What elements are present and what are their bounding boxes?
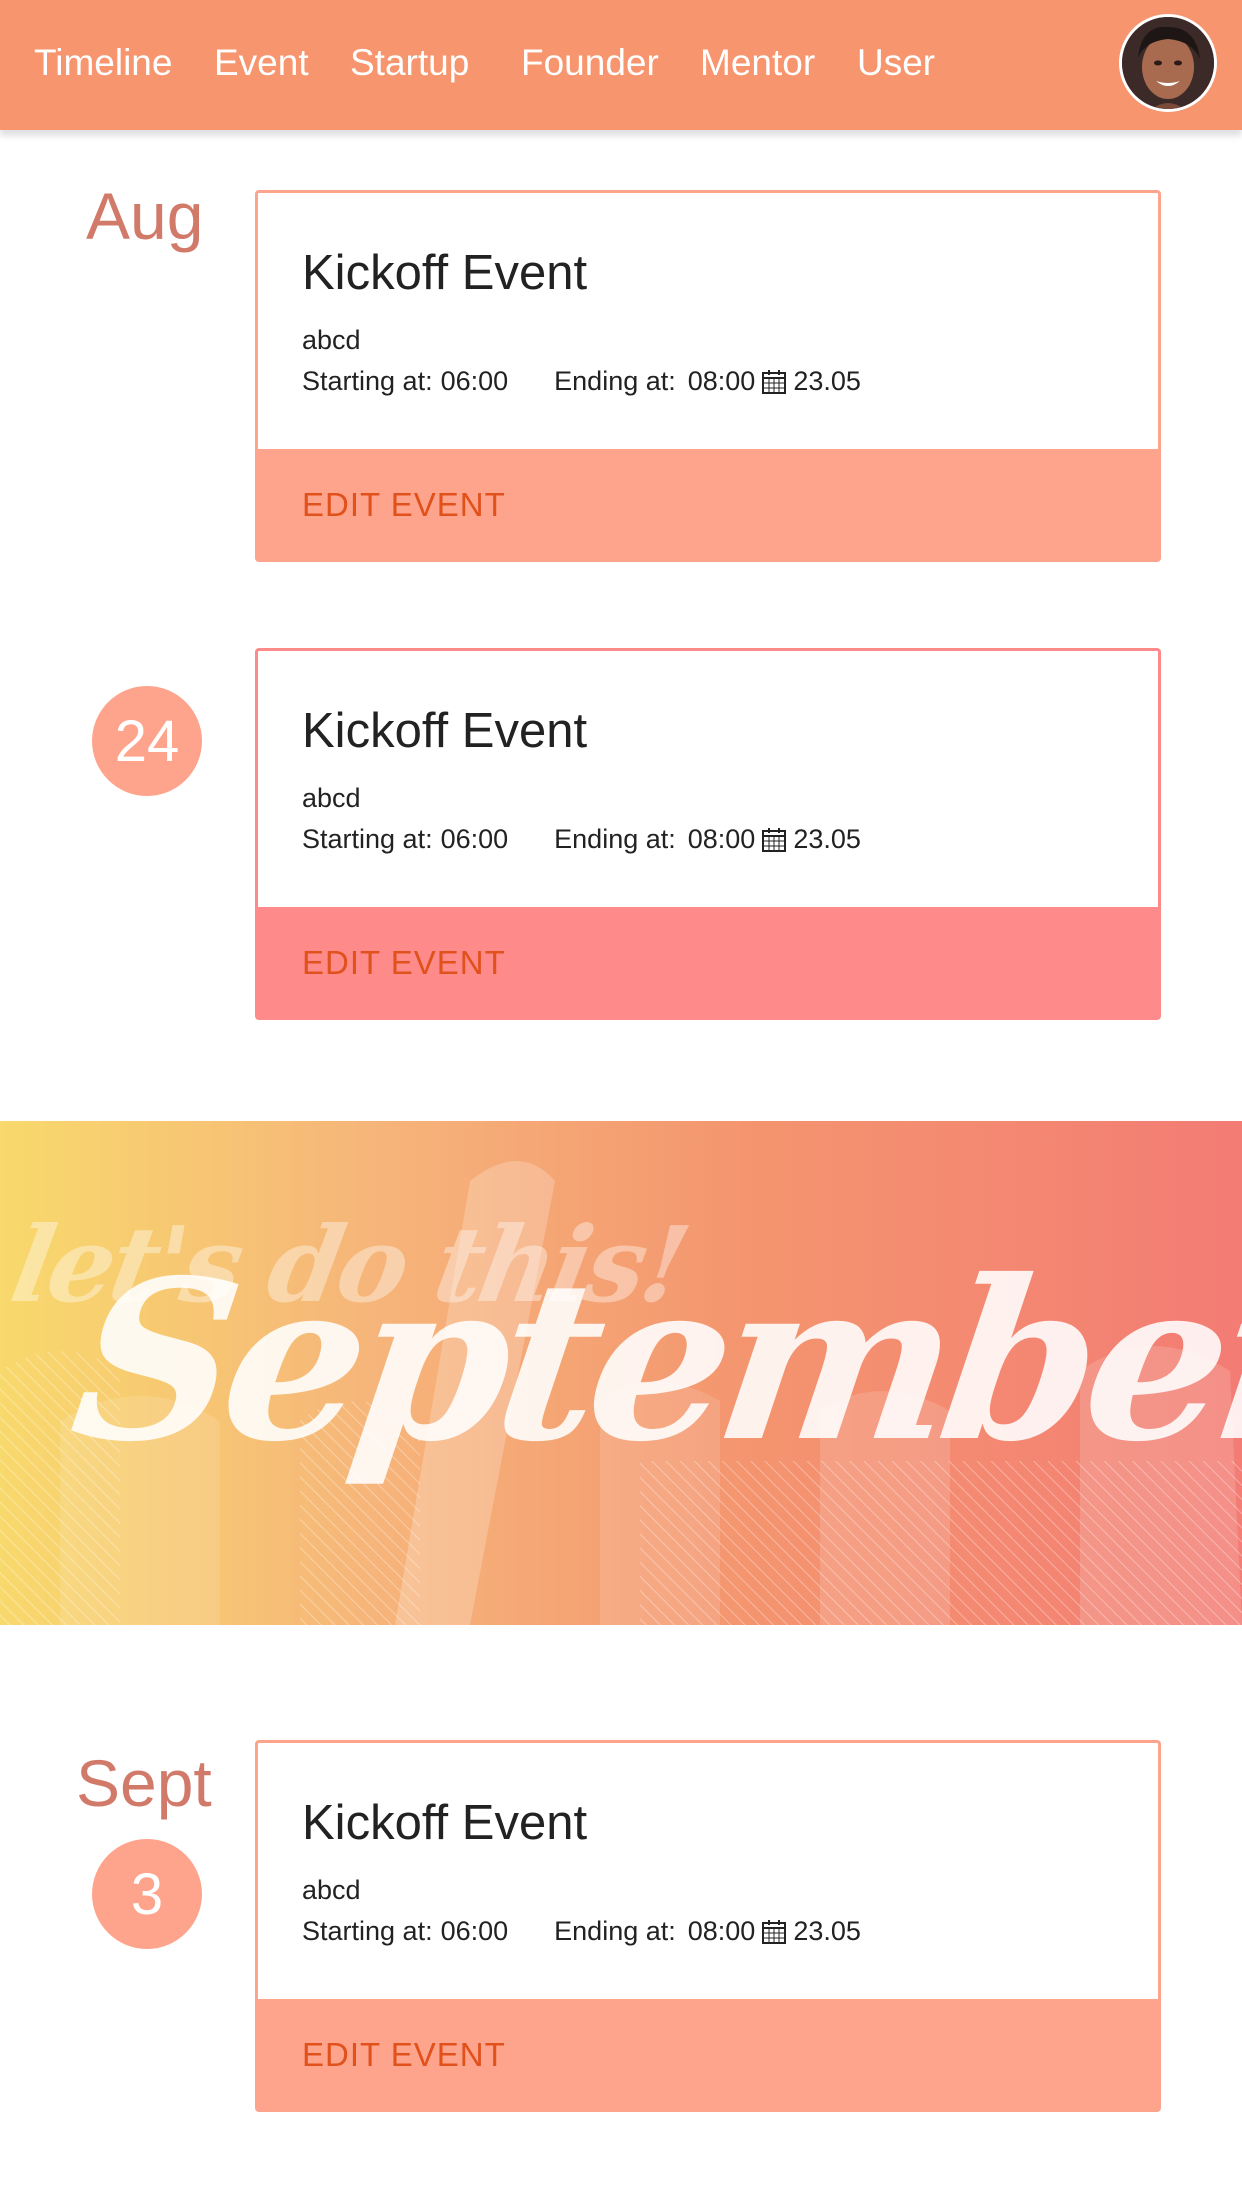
month-label-sept: Sept xyxy=(76,1746,212,1820)
banner-title: September xyxy=(59,1231,1242,1490)
start-label: Starting at: xyxy=(302,366,433,396)
event-title: Kickoff Event xyxy=(302,704,588,758)
event-date: 23.05 xyxy=(793,1916,861,1946)
edit-event-button[interactable]: EDIT EVENT xyxy=(302,2036,506,2074)
card-body: Kickoff Event abcd Starting at: 06:00 En… xyxy=(258,193,1158,455)
event-card: Kickoff Event abcd Starting at: 06:00 En… xyxy=(255,190,1161,562)
card-body: Kickoff Event abcd Starting at: 06:00 En… xyxy=(258,1743,1158,2005)
event-date: 23.05 xyxy=(793,366,861,396)
card-body: Kickoff Event abcd Starting at: 06:00 En… xyxy=(258,651,1158,913)
end-label: Ending at: xyxy=(554,366,676,396)
calendar-icon xyxy=(762,1919,787,1944)
nav-item-user[interactable]: User xyxy=(857,42,935,84)
event-card: Kickoff Event abcd Starting at: 06:00 En… xyxy=(255,1740,1161,2112)
nav-item-timeline[interactable]: Timeline xyxy=(34,42,172,84)
start-time: 06:00 xyxy=(440,1916,509,1946)
event-date: 23.05 xyxy=(793,824,861,854)
nav-item-event[interactable]: Event xyxy=(214,42,309,84)
edit-event-button[interactable]: EDIT EVENT xyxy=(302,486,506,524)
start-time: 06:00 xyxy=(440,824,509,854)
nav-item-founder[interactable]: Founder xyxy=(521,42,659,84)
end-time: 08:00 xyxy=(687,366,756,396)
user-avatar[interactable] xyxy=(1119,14,1217,112)
event-title: Kickoff Event xyxy=(302,246,588,300)
event-title: Kickoff Event xyxy=(302,1796,588,1850)
calendar-icon xyxy=(762,369,787,394)
start-label: Starting at: xyxy=(302,1916,433,1946)
card-footer: EDIT EVENT xyxy=(258,1999,1158,2109)
event-description: abcd xyxy=(302,1875,361,1905)
card-footer: EDIT EVENT xyxy=(258,907,1158,1017)
event-times: Starting at: 06:00 Ending at: 08:00 23.0… xyxy=(302,366,861,397)
edit-event-button[interactable]: EDIT EVENT xyxy=(302,944,506,982)
end-label: Ending at: xyxy=(554,824,676,854)
event-times: Starting at: 06:00 Ending at: 08:00 23.0… xyxy=(302,1916,861,1947)
nav-item-mentor[interactable]: Mentor xyxy=(700,42,815,84)
card-footer: EDIT EVENT xyxy=(258,449,1158,559)
end-time: 08:00 xyxy=(687,1916,756,1946)
avatar-photo xyxy=(1122,17,1214,109)
day-badge-3: 3 xyxy=(92,1839,202,1949)
start-label: Starting at: xyxy=(302,824,433,854)
end-time: 08:00 xyxy=(687,824,756,854)
event-description: abcd xyxy=(302,783,361,813)
september-banner: let's do this! September xyxy=(0,1121,1242,1625)
end-label: Ending at: xyxy=(554,1916,676,1946)
top-navbar: Timeline Event Startup Founder Mentor Us… xyxy=(0,0,1242,130)
calendar-icon xyxy=(762,827,787,852)
event-times: Starting at: 06:00 Ending at: 08:00 23.0… xyxy=(302,824,861,855)
event-card: Kickoff Event abcd Starting at: 06:00 En… xyxy=(255,648,1161,1020)
nav-item-startup[interactable]: Startup xyxy=(350,42,469,84)
event-description: abcd xyxy=(302,325,361,355)
day-badge-24: 24 xyxy=(92,686,202,796)
start-time: 06:00 xyxy=(440,366,509,396)
month-label-aug: Aug xyxy=(86,179,204,253)
